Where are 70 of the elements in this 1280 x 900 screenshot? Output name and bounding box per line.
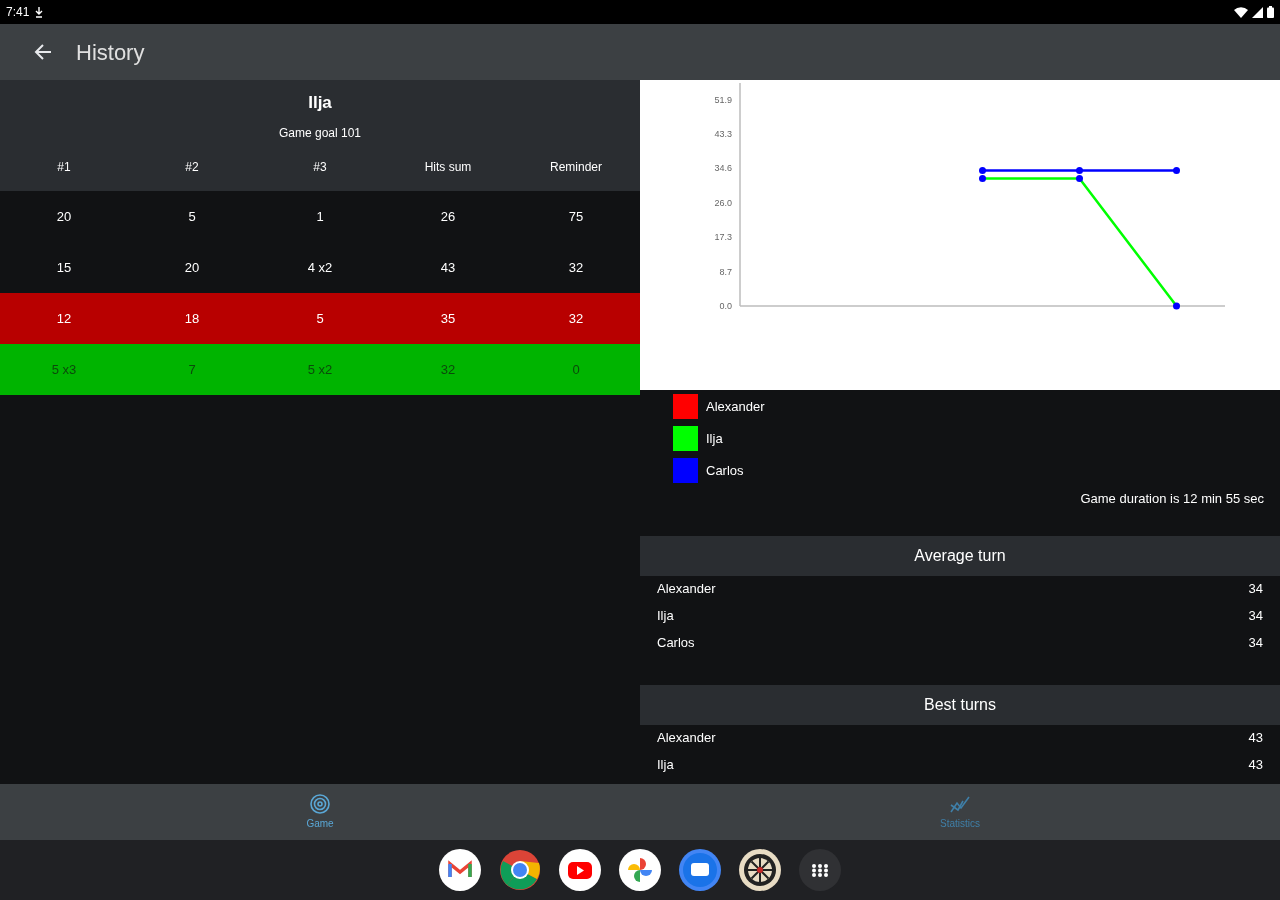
point [1076, 167, 1083, 175]
score-cell-text: 26 [440, 207, 456, 226]
mail-icon[interactable] [439, 849, 481, 891]
y-tick-label: 26.0 [714, 197, 732, 208]
score-cell-text: 32 [568, 258, 584, 277]
score-cell-text: 0 [572, 360, 580, 379]
stat-value: 43 [1248, 729, 1263, 748]
legend-label: Alexander [706, 397, 765, 416]
game-goal: Game goal 101 [278, 124, 362, 142]
column-header: #2 [185, 158, 199, 176]
score-cell-text: 43 [440, 258, 456, 277]
stat-value: 34 [1248, 580, 1263, 599]
stat-player: Ilja [657, 607, 674, 626]
score-cell-text: 75 [568, 207, 584, 226]
video-play-icon[interactable] [559, 849, 601, 891]
wifi-icon [1234, 6, 1248, 18]
point [1173, 167, 1180, 175]
player-name: Ilja [308, 92, 332, 114]
column-header: Hits sum [424, 158, 472, 176]
clock-time: 7:41 [6, 4, 30, 21]
stat-player: Alexander [657, 729, 716, 748]
score-cell-text: 1 [316, 207, 324, 226]
y-tick-label: 17.3 [714, 232, 732, 243]
score-cell-text: 20 [56, 207, 72, 226]
column-header: Reminder [550, 158, 602, 176]
score-cell-text: 4 x2 [307, 258, 333, 277]
y-tick-label: 34.6 [714, 163, 732, 174]
dartboard-icon[interactable] [739, 849, 781, 891]
apps-grid-icon[interactable] [799, 849, 841, 891]
score-cell-text: 15 [56, 258, 72, 277]
message-icon[interactable] [679, 849, 721, 891]
score-cell-text: 32 [568, 309, 584, 328]
download-icon [35, 6, 44, 18]
score-cell-text: 20 [184, 258, 200, 277]
stat-player: Alexander [657, 580, 716, 599]
y-tick-label: 51.9 [714, 94, 732, 105]
score-cell-text: 5 x2 [307, 360, 333, 379]
stat-value: 34 [1248, 607, 1263, 626]
score-cell-text: 5 [316, 309, 324, 328]
stat-player: Carlos [657, 634, 695, 653]
section-title: Best turns [924, 694, 996, 715]
column-header: #3 [313, 158, 327, 176]
stat-value: 34 [1248, 634, 1263, 653]
score-cell-text: 35 [440, 309, 456, 328]
score-cell-text: 32 [440, 360, 456, 379]
target-icon [309, 793, 331, 815]
score-cell-text: 7 [188, 360, 196, 379]
legend-label: Carlos [706, 461, 744, 480]
point [979, 167, 986, 175]
screen-title: History [76, 38, 145, 67]
game-duration: Game duration is 12 min 55 sec [1080, 490, 1264, 508]
signal-icon [1252, 6, 1263, 18]
bottom-nav-tab[interactable]: Statistics [640, 784, 1280, 840]
y-tick-label: 43.3 [714, 128, 732, 139]
score-cell-text: 12 [56, 309, 72, 328]
stat-value: 43 [1248, 756, 1263, 775]
back-arrow-icon[interactable] [34, 43, 52, 61]
pinwheel-icon[interactable] [619, 849, 661, 891]
bottom-nav-tab[interactable]: Game [0, 784, 640, 840]
legend-label: Ilja [706, 429, 723, 448]
y-tick-label: 8.7 [719, 266, 732, 277]
score-cell-text: 5 x3 [51, 360, 77, 379]
score-cell-text: 5 [188, 207, 196, 226]
battery-icon [1267, 6, 1274, 18]
section-title: Average turn [914, 545, 1006, 566]
y-tick-label: 0.0 [719, 301, 732, 312]
column-header: #1 [57, 158, 71, 176]
score-cell-text: 18 [184, 309, 200, 328]
browser-icon[interactable] [499, 849, 541, 891]
stat-player: Ilja [657, 756, 674, 775]
